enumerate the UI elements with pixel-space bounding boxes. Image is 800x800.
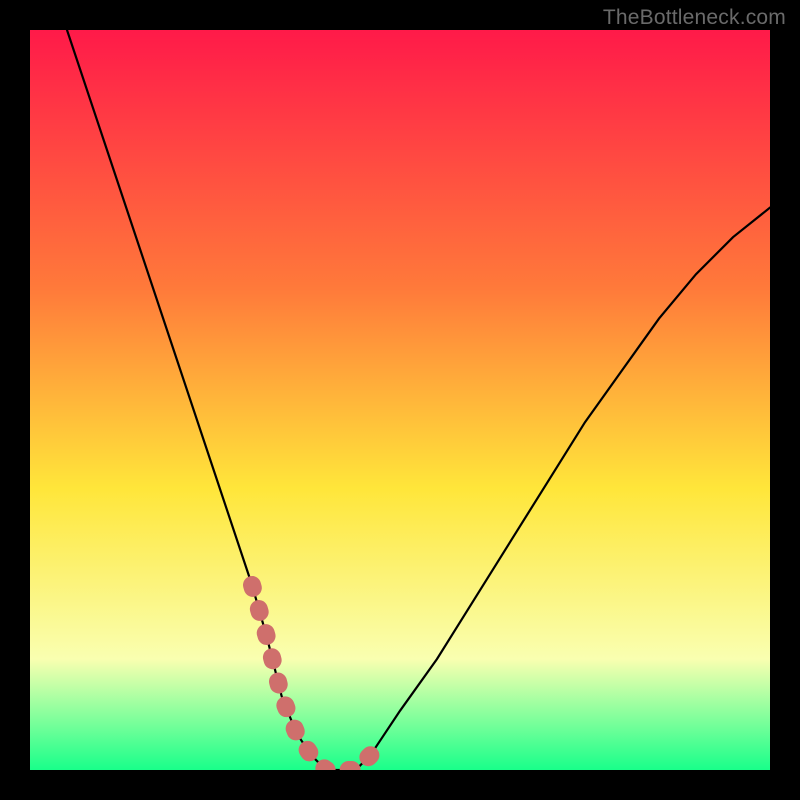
chart-frame: TheBottleneck.com [0,0,800,800]
watermark-text: TheBottleneck.com [603,6,786,30]
bottleneck-chart [0,0,800,800]
plot-background [30,30,770,770]
